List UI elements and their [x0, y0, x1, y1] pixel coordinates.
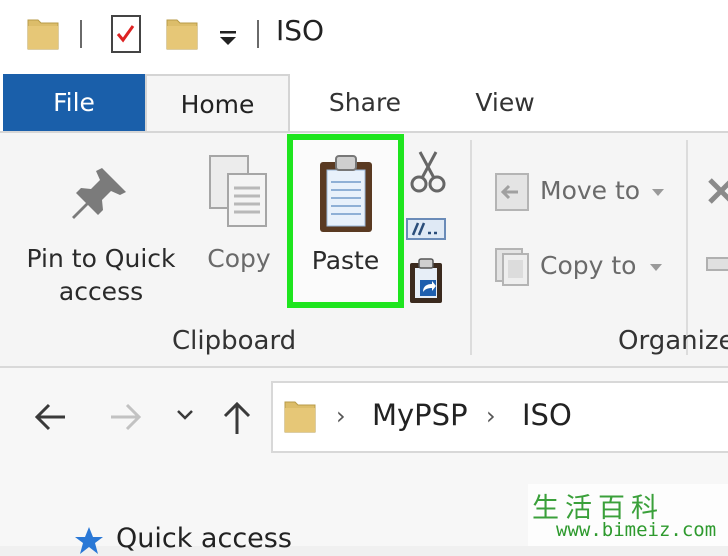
window-title: ISO: [276, 14, 325, 47]
folder-icon: [27, 19, 59, 50]
customize-dropdown-icon[interactable]: [218, 30, 238, 46]
breadcrumb-separator[interactable]: ›: [336, 402, 346, 430]
breadcrumb-item-iso[interactable]: ISO: [522, 398, 572, 432]
watermark-url: www.bimeiz.com: [556, 519, 717, 541]
tab-share[interactable]: Share: [305, 74, 425, 132]
delete-icon[interactable]: [706, 174, 728, 208]
breadcrumb-separator[interactable]: ›: [486, 402, 496, 430]
breadcrumb-item-mypsp[interactable]: MyPSP: [372, 398, 468, 432]
paste-shortcut-icon[interactable]: [408, 258, 444, 304]
cut-icon[interactable]: [410, 148, 446, 194]
ribbon-group-separator: [686, 140, 688, 355]
back-arrow-icon[interactable]: [32, 400, 68, 434]
tab-home[interactable]: Home: [145, 74, 290, 132]
quick-access-nav-item[interactable]: Quick access: [116, 523, 292, 554]
pin-icon: [72, 168, 126, 219]
copy-to-label: Copy to: [540, 251, 637, 280]
paste-label: Paste: [311, 246, 380, 275]
folder-icon: [284, 401, 316, 433]
pin-to-quick-access-button[interactable]: Pin to Quick access: [14, 148, 188, 318]
ribbon-group-separator: [470, 140, 472, 355]
copy-button[interactable]: Copy: [200, 148, 278, 288]
recent-locations-icon[interactable]: [176, 408, 194, 422]
up-arrow-icon[interactable]: [222, 400, 252, 436]
tab-view[interactable]: View: [450, 74, 560, 132]
tab-file[interactable]: File: [3, 74, 145, 132]
move-to-dropdown-arrow: [652, 189, 664, 196]
toolbar-separator: [257, 20, 259, 48]
copy-icon: [209, 155, 267, 227]
paste-button[interactable]: Paste: [287, 134, 404, 308]
properties-icon[interactable]: [110, 14, 142, 54]
clipboard-group-label: Clipboard: [172, 326, 297, 356]
organize-group-label: Organize: [618, 326, 728, 356]
star-icon: [75, 527, 103, 554]
copy-label: Copy: [207, 244, 271, 273]
new-folder-icon[interactable]: [166, 16, 198, 50]
toolbar-separator: [80, 20, 82, 48]
copy-path-icon[interactable]: [406, 216, 446, 242]
pin-label: Pin to Quick access: [26, 244, 176, 306]
move-to-icon: [495, 173, 529, 211]
paste-icon: [320, 155, 372, 232]
forward-arrow-icon[interactable]: [108, 400, 144, 434]
rename-icon[interactable]: [706, 254, 728, 274]
copy-to-button[interactable]: Copy to: [494, 245, 674, 289]
move-to-button[interactable]: Move to: [494, 170, 674, 214]
copy-to-icon: [495, 248, 529, 286]
copy-to-dropdown-arrow: [650, 264, 662, 271]
move-to-label: Move to: [540, 176, 641, 205]
